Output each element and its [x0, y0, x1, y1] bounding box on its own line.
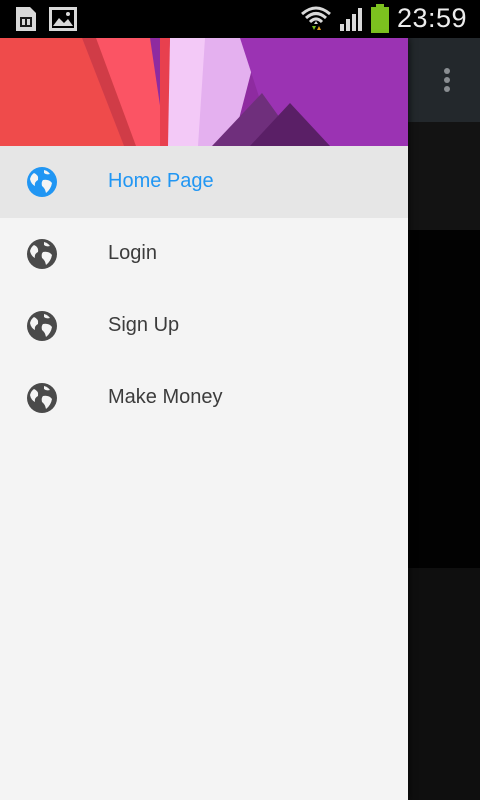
overflow-menu-icon[interactable] [436, 66, 458, 96]
drawer-header-image [0, 38, 408, 146]
status-bar: 23:59 [0, 0, 480, 38]
material-background-art [0, 38, 408, 146]
globe-icon [27, 239, 57, 269]
globe-icon [27, 167, 57, 197]
sim-card-icon [16, 7, 36, 31]
navigation-drawer: Home Page Login Sign Up Make Money [0, 38, 408, 800]
globe-icon [27, 383, 57, 413]
image-icon [49, 7, 77, 31]
drawer-item-sign-up[interactable]: Sign Up [0, 290, 408, 362]
drawer-item-label: Make Money [108, 386, 223, 408]
drawer-item-make-money[interactable]: Make Money [0, 362, 408, 434]
drawer-item-login[interactable]: Login [0, 218, 408, 290]
drawer-item-label: Login [108, 242, 157, 264]
drawer-item-home-page[interactable]: Home Page [0, 146, 408, 218]
drawer-item-label: Home Page [108, 170, 214, 192]
signal-icon [340, 8, 362, 31]
globe-icon [27, 311, 57, 341]
wifi-icon [301, 6, 331, 30]
drawer-menu: Home Page Login Sign Up Make Money [0, 146, 408, 434]
status-time: 23:59 [397, 3, 468, 33]
battery-icon [371, 4, 389, 33]
drawer-item-label: Sign Up [108, 314, 180, 336]
